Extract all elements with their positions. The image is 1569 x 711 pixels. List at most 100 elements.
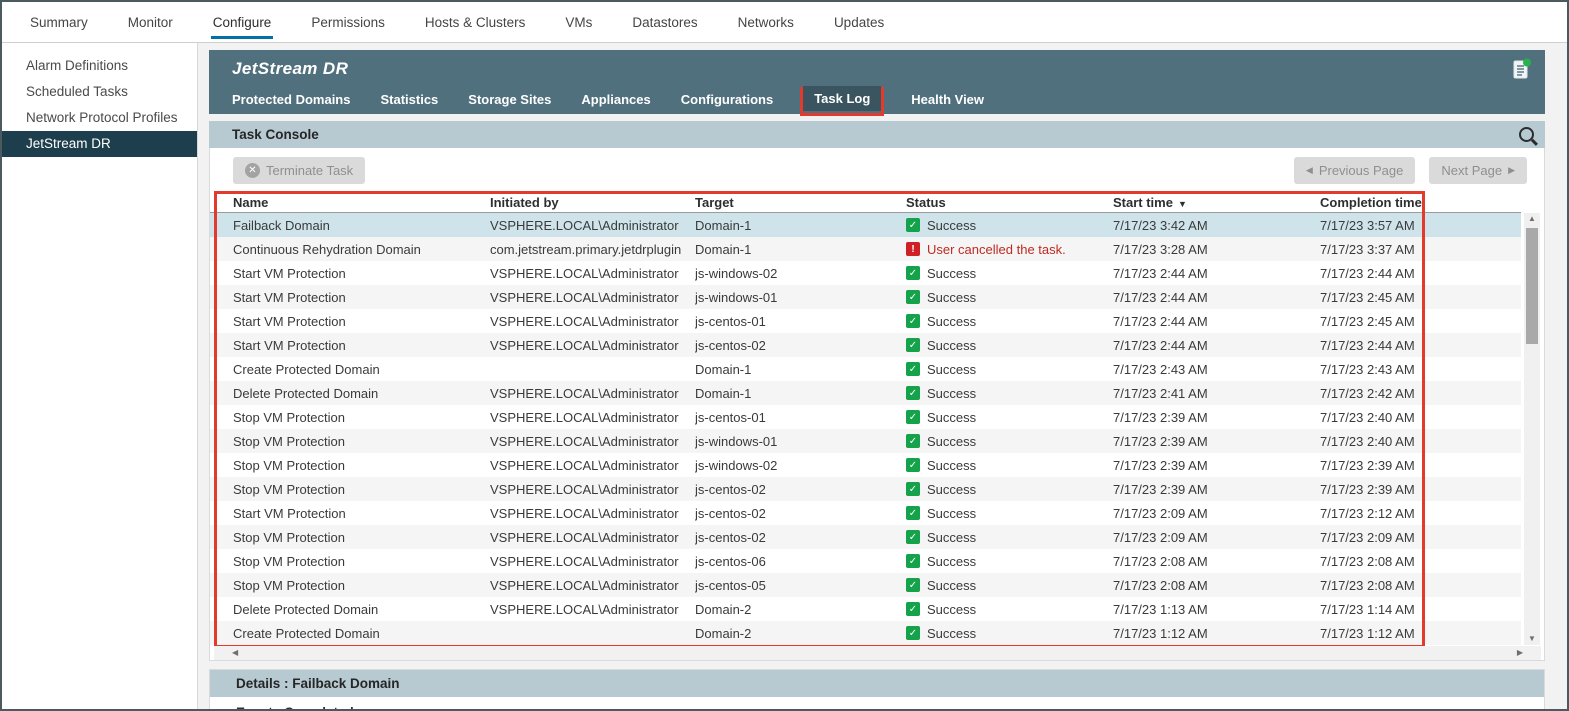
sidebar-item-jetstream-dr[interactable]: JetStream DR (2, 131, 197, 157)
details-header: Details : Failback Domain (210, 670, 1544, 697)
task-row[interactable]: Delete Protected DomainVSPHERE.LOCAL\Adm… (210, 381, 1521, 405)
details-title: Details : Failback Domain (236, 676, 400, 691)
task-status-text: Success (927, 314, 976, 329)
top-tab-datastores[interactable]: Datastores (630, 4, 699, 41)
terminate-icon: ✕ (245, 163, 260, 178)
task-initiated-by: VSPHERE.LOCAL\Administrator (490, 506, 695, 521)
column-header-completion-time[interactable]: Completion time (1320, 195, 1521, 210)
search-icon[interactable] (1519, 127, 1534, 142)
task-initiated-by: VSPHERE.LOCAL\Administrator (490, 386, 695, 401)
task-row[interactable]: Stop VM ProtectionVSPHERE.LOCAL\Administ… (210, 525, 1521, 549)
previous-page-button[interactable]: ◀ Previous Page (1294, 157, 1415, 184)
terminate-task-button[interactable]: ✕ Terminate Task (233, 157, 365, 184)
column-header-status[interactable]: Status (906, 195, 1113, 210)
task-row[interactable]: Start VM ProtectionVSPHERE.LOCAL\Adminis… (210, 261, 1521, 285)
scroll-up-icon[interactable]: ▲ (1528, 215, 1536, 223)
top-tab-hosts-clusters[interactable]: Hosts & Clusters (423, 4, 528, 41)
task-target: js-centos-01 (695, 410, 906, 425)
task-row[interactable]: Stop VM ProtectionVSPHERE.LOCAL\Administ… (210, 453, 1521, 477)
top-tab-networks[interactable]: Networks (736, 4, 796, 41)
plugin-tab-task-log[interactable]: Task Log (803, 86, 881, 111)
scroll-right-icon[interactable]: ▶ (1517, 649, 1523, 657)
task-status: ✓ Success (906, 218, 1113, 233)
plugin-tab-health-view[interactable]: Health View (911, 92, 984, 107)
task-row[interactable]: Continuous Rehydration Domaincom.jetstre… (210, 237, 1521, 261)
task-row[interactable]: Delete Protected DomainVSPHERE.LOCAL\Adm… (210, 597, 1521, 621)
task-target: js-centos-01 (695, 314, 906, 329)
task-name: Stop VM Protection (233, 554, 490, 569)
vertical-scrollbar[interactable]: ▲ ▼ (1524, 213, 1540, 645)
plugin-tab-storage-sites[interactable]: Storage Sites (468, 92, 551, 107)
sidebar-item-alarm-definitions[interactable]: Alarm Definitions (2, 53, 197, 79)
configure-sidebar: Alarm DefinitionsScheduled TasksNetwork … (2, 43, 198, 709)
scroll-down-icon[interactable]: ▼ (1528, 635, 1536, 643)
task-status: ✓Success (906, 626, 1113, 641)
task-start-time: 7/17/23 2:39 AM (1113, 482, 1320, 497)
task-initiated-by: VSPHERE.LOCAL\Administrator (490, 458, 695, 473)
task-table-header: Name Initiated by Target Status Start ti… (210, 192, 1521, 213)
log-document-icon[interactable] (1512, 58, 1532, 80)
next-page-button[interactable]: Next Page ▶ (1429, 157, 1527, 184)
task-completion-time: 7/17/23 2:40 AM (1320, 434, 1521, 449)
task-status-text: Success (927, 338, 976, 353)
task-row[interactable]: Stop VM ProtectionVSPHERE.LOCAL\Administ… (210, 549, 1521, 573)
task-target: js-windows-01 (695, 290, 906, 305)
task-row[interactable]: Create Protected DomainDomain-1✓Success7… (210, 357, 1521, 381)
task-name: Start VM Protection (233, 314, 490, 329)
task-completion-time: 7/17/23 2:08 AM (1320, 578, 1521, 593)
plugin-tab-statistics[interactable]: Statistics (380, 92, 438, 107)
jetstream-dr-header: JetStream DR Protected DomainsStatistics… (209, 50, 1545, 114)
task-status-text: Success (927, 218, 976, 233)
success-check-icon: ✓ (906, 554, 920, 568)
task-row[interactable]: Create Protected DomainDomain-2✓Success7… (210, 621, 1521, 645)
task-target: Domain-1 (695, 242, 906, 257)
task-name: Stop VM Protection (233, 530, 490, 545)
top-tab-permissions[interactable]: Permissions (309, 4, 387, 41)
task-row[interactable]: Stop VM ProtectionVSPHERE.LOCAL\Administ… (210, 573, 1521, 597)
task-row[interactable]: Stop VM ProtectionVSPHERE.LOCAL\Administ… (210, 405, 1521, 429)
top-tab-monitor[interactable]: Monitor (126, 4, 175, 41)
top-tab-updates[interactable]: Updates (832, 4, 886, 41)
plugin-tab-appliances[interactable]: Appliances (581, 92, 650, 107)
top-tab-summary[interactable]: Summary (28, 4, 90, 41)
column-header-initiated-by[interactable]: Initiated by (490, 195, 695, 210)
task-row[interactable]: Start VM ProtectionVSPHERE.LOCAL\Adminis… (210, 309, 1521, 333)
task-target: js-windows-02 (695, 266, 906, 281)
task-completion-time: 7/17/23 2:39 AM (1320, 458, 1521, 473)
sidebar-item-network-protocol-profiles[interactable]: Network Protocol Profiles (2, 105, 197, 131)
task-row[interactable]: Start VM ProtectionVSPHERE.LOCAL\Adminis… (210, 501, 1521, 525)
scroll-left-icon[interactable]: ◀ (232, 649, 238, 657)
left-arrow-icon: ◀ (1306, 165, 1313, 176)
task-row[interactable]: Start VM ProtectionVSPHERE.LOCAL\Adminis… (210, 333, 1521, 357)
column-header-target[interactable]: Target (695, 195, 906, 210)
task-status: ! User cancelled the task. (906, 242, 1113, 257)
task-name: Continuous Rehydration Domain (233, 242, 490, 257)
top-tab-vms[interactable]: VMs (563, 4, 594, 41)
task-row[interactable]: Stop VM ProtectionVSPHERE.LOCAL\Administ… (210, 477, 1521, 501)
success-check-icon: ✓ (906, 410, 920, 424)
task-status-text: Success (927, 410, 976, 425)
success-check-icon: ✓ (906, 218, 920, 232)
plugin-tab-protected-domains[interactable]: Protected Domains (232, 92, 350, 107)
task-initiated-by: VSPHERE.LOCAL\Administrator (490, 218, 695, 233)
task-start-time: 7/17/23 2:39 AM (1113, 410, 1320, 425)
task-row[interactable]: Stop VM ProtectionVSPHERE.LOCAL\Administ… (210, 429, 1521, 453)
task-start-time: 7/17/23 2:39 AM (1113, 434, 1320, 449)
top-tab-configure[interactable]: Configure (211, 4, 274, 41)
task-status-text: Success (927, 506, 976, 521)
task-row[interactable]: Start VM ProtectionVSPHERE.LOCAL\Adminis… (210, 285, 1521, 309)
success-check-icon: ✓ (906, 506, 920, 520)
task-target: Domain-1 (695, 386, 906, 401)
error-exclamation-icon: ! (906, 242, 920, 256)
column-header-start-time[interactable]: Start time▼ (1113, 195, 1320, 210)
sidebar-item-scheduled-tasks[interactable]: Scheduled Tasks (2, 79, 197, 105)
task-status-text: User cancelled the task. (927, 242, 1066, 257)
plugin-tab-configurations[interactable]: Configurations (681, 92, 773, 107)
vertical-scrollbar-thumb[interactable] (1526, 228, 1538, 344)
task-toolbar: ✕ Terminate Task ◀ Previous Page Next Pa… (210, 148, 1544, 192)
column-header-name[interactable]: Name (233, 195, 490, 210)
sort-descending-icon: ▼ (1178, 199, 1187, 209)
task-row[interactable]: Failback DomainVSPHERE.LOCAL\Administrat… (210, 213, 1521, 237)
horizontal-scrollbar[interactable]: ◀ ▶ (214, 646, 1541, 660)
task-target: js-centos-02 (695, 482, 906, 497)
